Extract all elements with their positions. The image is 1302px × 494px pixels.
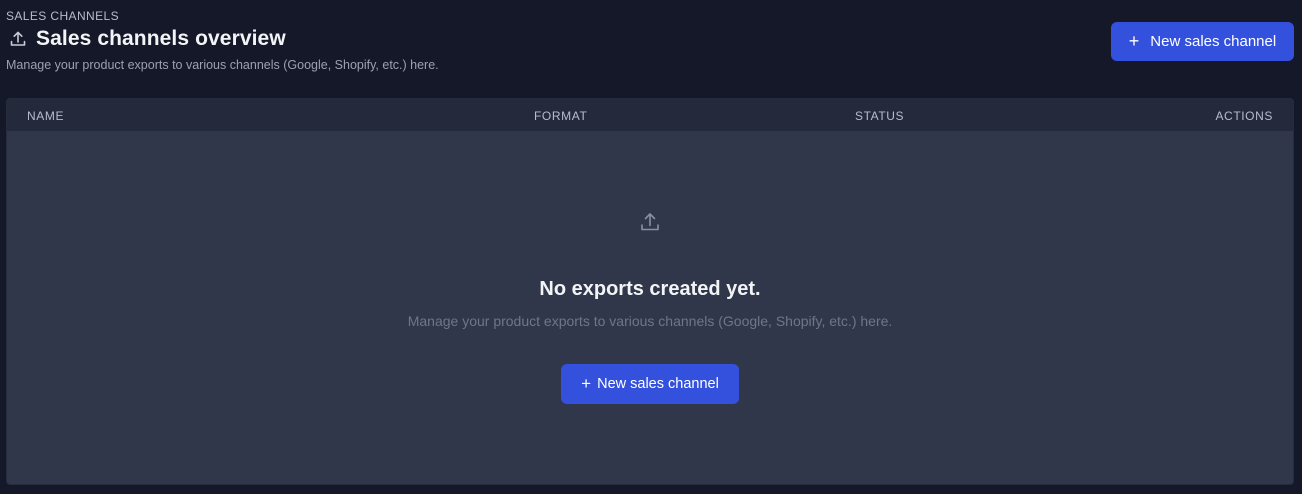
page-header: SALES CHANNELS Sales channels overview M… — [0, 0, 1302, 96]
column-header-actions: ACTIONS — [1215, 109, 1273, 123]
plus-icon: + — [1128, 30, 1140, 51]
column-header-status[interactable]: STATUS — [855, 109, 904, 123]
upload-icon — [8, 29, 28, 49]
new-sales-channel-button-label: New sales channel — [1150, 33, 1277, 50]
plus-icon: + — [581, 373, 592, 393]
empty-state: No exports created yet. Manage your prod… — [7, 131, 1293, 484]
upload-icon — [639, 211, 661, 233]
column-header-format[interactable]: FORMAT — [534, 109, 587, 123]
page-title: Sales channels overview — [36, 27, 286, 50]
empty-state-description: Manage your product exports to various c… — [407, 313, 893, 329]
new-sales-channel-button[interactable]: + New sales channel — [1111, 22, 1294, 61]
column-header-name[interactable]: NAME — [27, 109, 64, 123]
empty-state-title: No exports created yet. — [539, 278, 761, 300]
page-subtitle: Manage your product exports to various c… — [6, 58, 439, 72]
breadcrumb[interactable]: SALES CHANNELS — [6, 9, 119, 23]
sales-channels-table: NAME FORMAT STATUS ACTIONS No exports cr… — [6, 98, 1294, 485]
empty-new-sales-channel-button[interactable]: + New sales channel — [561, 364, 739, 404]
title-row: Sales channels overview — [6, 26, 286, 52]
table-header: NAME FORMAT STATUS ACTIONS — [7, 99, 1293, 131]
empty-new-sales-channel-button-label: New sales channel — [597, 376, 719, 392]
